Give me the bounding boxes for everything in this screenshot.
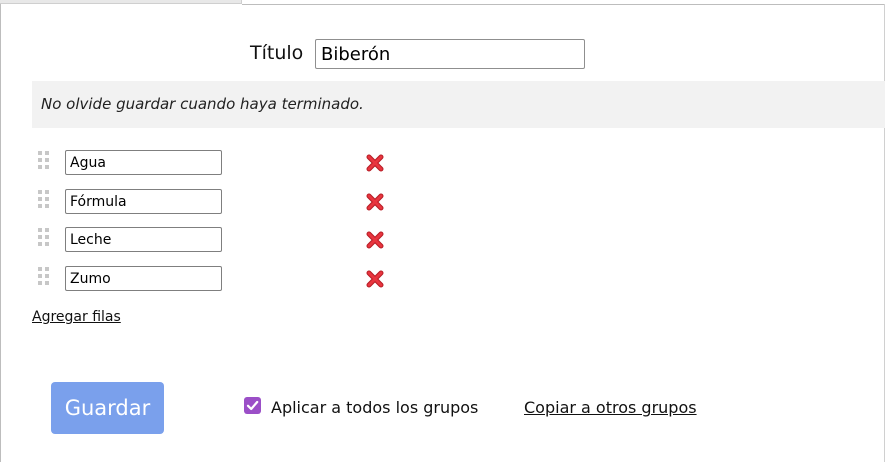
drag-handle-icon[interactable] [37,227,51,247]
delete-x-icon[interactable] [366,193,384,211]
apply-all-checkbox[interactable] [244,397,261,414]
delete-x-icon[interactable] [366,270,384,288]
drag-handle-icon[interactable] [37,150,51,170]
notice-banner: No olvide guardar cuando haya terminado. [32,81,885,128]
drag-handle-icon[interactable] [37,266,51,286]
window-frame-top [242,4,885,5]
title-label: Título [250,42,304,64]
list-item [0,189,420,215]
title-input[interactable] [315,39,585,69]
list-item [0,266,420,292]
list-item [0,150,420,176]
item-input[interactable] [65,150,222,175]
save-button[interactable]: Guardar [51,382,164,434]
drag-handle-icon[interactable] [37,189,51,209]
delete-x-icon[interactable] [366,154,384,172]
item-input[interactable] [65,266,222,291]
delete-x-icon[interactable] [366,231,384,249]
notice-text: No olvide guardar cuando haya terminado. [41,95,364,113]
window-frame-tab [0,0,242,4]
checkmark-icon [246,400,259,411]
copy-to-other-groups-link[interactable]: Copiar a otros grupos [524,398,697,418]
item-input[interactable] [65,189,222,214]
apply-all-label[interactable]: Aplicar a todos los grupos [271,398,478,418]
item-input[interactable] [65,227,222,252]
list-item [0,227,420,253]
add-rows-link[interactable]: Agregar filas [32,309,121,326]
